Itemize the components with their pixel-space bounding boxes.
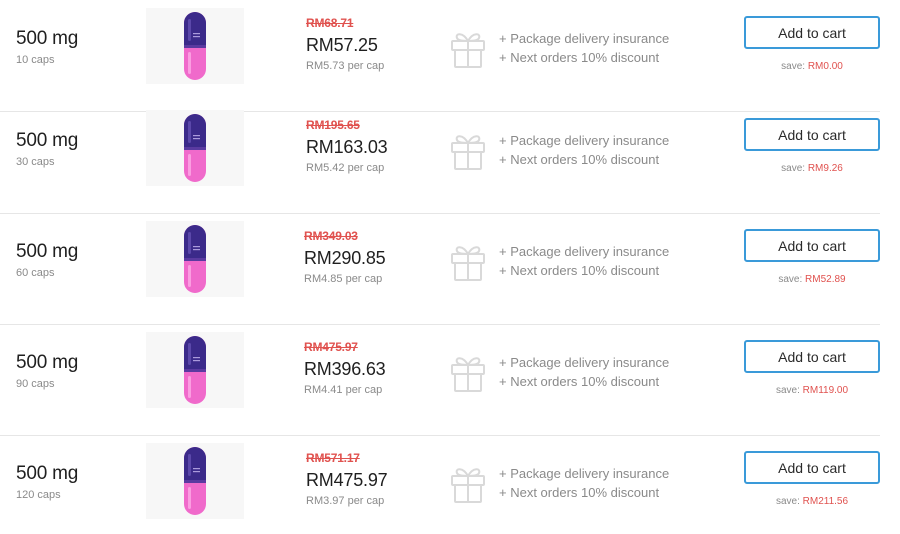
variant-row-60-caps: 500 mg 60 caps RM349.03 RM290.85 RM4.85 …: [0, 213, 880, 325]
add-to-cart-button[interactable]: Add to cart: [744, 340, 880, 373]
save-label: save:: [781, 61, 806, 72]
original-price: RM571.17: [306, 451, 360, 465]
original-price: RM68.71: [306, 16, 354, 30]
variant-row-10-caps: 500 mg 10 caps RM68.71 RM57.25 RM5.73 pe…: [0, 0, 880, 112]
save-label: save:: [778, 274, 803, 285]
capsule-count: 30 caps: [16, 156, 55, 168]
savings: save: RM0.00: [744, 61, 880, 72]
price-block: RM349.03 RM290.85 RM4.85 per cap: [304, 229, 386, 285]
price-block: RM571.17 RM475.97 RM3.97 per cap: [306, 451, 388, 507]
capsule-icon: [183, 113, 207, 183]
save-label: save:: [775, 385, 800, 396]
capsule-count: 90 caps: [16, 378, 55, 390]
add-to-cart-button[interactable]: Add to cart: [744, 229, 880, 262]
dosage-block: 500 mg 120 caps: [16, 463, 78, 501]
dosage-block: 500 mg 60 caps: [16, 241, 78, 279]
save-amount: RM0.00: [807, 61, 843, 72]
perk-delivery-insurance: + Package delivery insurance: [499, 355, 670, 370]
cart-column: Add to cart save: RM211.56: [744, 451, 880, 507]
capsule-icon: [183, 11, 207, 81]
variant-row-30-caps: 500 mg 30 caps RM195.65 RM163.03 RM5.42 …: [0, 102, 880, 214]
add-to-cart-button[interactable]: Add to cart: [744, 16, 880, 49]
price-per-cap: RM3.97 per cap: [306, 495, 385, 507]
product-image: [146, 332, 244, 408]
gift-box-icon: [449, 351, 487, 393]
product-variant-list: 500 mg 10 caps RM68.71 RM57.25 RM5.73 pe…: [0, 0, 900, 534]
sale-price: RM396.63: [304, 359, 386, 379]
savings: save: RM52.89: [744, 274, 880, 285]
price-block: RM68.71 RM57.25 RM5.73 per cap: [306, 16, 384, 72]
sale-price: RM163.03: [306, 137, 388, 157]
gift-box-icon: [449, 129, 487, 171]
capsule-count: 120 caps: [16, 489, 61, 501]
save-label: save:: [781, 163, 806, 174]
perk-next-order-discount: + Next orders 10% discount: [499, 374, 660, 389]
perks-list: + Package delivery insurance + Next orde…: [499, 242, 669, 280]
gift-box-icon: [449, 240, 487, 282]
cart-column: Add to cart save: RM119.00: [744, 340, 880, 396]
perks-list: + Package delivery insurance + Next orde…: [499, 353, 669, 391]
sale-price: RM57.25: [306, 35, 378, 55]
dosage-title: 500 mg: [16, 352, 79, 373]
perks-list: + Package delivery insurance + Next orde…: [499, 131, 669, 169]
cart-column: Add to cart save: RM52.89: [744, 229, 880, 285]
perk-delivery-insurance: + Package delivery insurance: [499, 31, 670, 46]
capsule-icon: [183, 446, 207, 516]
perk-delivery-insurance: + Package delivery insurance: [499, 133, 670, 148]
dosage-block: 500 mg 90 caps: [16, 352, 78, 390]
price-per-cap: RM5.73 per cap: [306, 60, 385, 72]
perk-delivery-insurance: + Package delivery insurance: [499, 244, 670, 259]
savings: save: RM119.00: [744, 385, 880, 396]
dosage-block: 500 mg 10 caps: [16, 28, 78, 66]
dosage-title: 500 mg: [16, 28, 79, 49]
original-price: RM349.03: [304, 229, 358, 243]
save-amount: RM119.00: [802, 385, 849, 396]
cart-column: Add to cart save: RM9.26: [744, 118, 880, 174]
sale-price: RM475.97: [306, 470, 388, 490]
savings: save: RM9.26: [744, 163, 880, 174]
gift-box-icon: [449, 462, 487, 504]
perk-next-order-discount: + Next orders 10% discount: [499, 50, 660, 65]
save-amount: RM52.89: [805, 274, 846, 285]
add-to-cart-button[interactable]: Add to cart: [744, 451, 880, 484]
original-price: RM195.65: [306, 118, 360, 132]
capsule-count: 60 caps: [16, 267, 55, 279]
price-per-cap: RM4.85 per cap: [304, 273, 383, 285]
dosage-title: 500 mg: [16, 463, 79, 484]
perk-next-order-discount: + Next orders 10% discount: [499, 152, 660, 167]
save-amount: RM211.56: [802, 496, 849, 507]
save-amount: RM9.26: [807, 163, 843, 174]
perk-delivery-insurance: + Package delivery insurance: [499, 466, 670, 481]
dosage-title: 500 mg: [16, 241, 79, 262]
save-label: save:: [775, 496, 800, 507]
original-price: RM475.97: [304, 340, 358, 354]
perks-list: + Package delivery insurance + Next orde…: [499, 29, 669, 67]
variant-row-90-caps: 500 mg 90 caps RM475.97 RM396.63 RM4.41 …: [0, 324, 880, 436]
price-block: RM475.97 RM396.63 RM4.41 per cap: [304, 340, 386, 396]
perks-list: + Package delivery insurance + Next orde…: [499, 464, 669, 502]
product-image: [146, 221, 244, 297]
add-to-cart-button[interactable]: Add to cart: [744, 118, 880, 151]
perk-next-order-discount: + Next orders 10% discount: [499, 485, 660, 500]
capsule-count: 10 caps: [16, 54, 55, 66]
sale-price: RM290.85: [304, 248, 386, 268]
gift-box-icon: [449, 27, 487, 69]
dosage-block: 500 mg 30 caps: [16, 130, 78, 168]
price-block: RM195.65 RM163.03 RM5.42 per cap: [306, 118, 388, 174]
product-image: [146, 110, 244, 186]
product-image: [146, 8, 244, 84]
price-per-cap: RM4.41 per cap: [304, 384, 383, 396]
cart-column: Add to cart save: RM0.00: [744, 16, 880, 72]
price-per-cap: RM5.42 per cap: [306, 162, 385, 174]
capsule-icon: [183, 224, 207, 294]
savings: save: RM211.56: [744, 496, 880, 507]
capsule-icon: [183, 335, 207, 405]
variant-row-120-caps: 500 mg 120 caps RM571.17 RM475.97 RM3.97…: [0, 435, 880, 534]
product-image: [146, 443, 244, 519]
perk-next-order-discount: + Next orders 10% discount: [499, 263, 660, 278]
dosage-title: 500 mg: [16, 130, 79, 151]
